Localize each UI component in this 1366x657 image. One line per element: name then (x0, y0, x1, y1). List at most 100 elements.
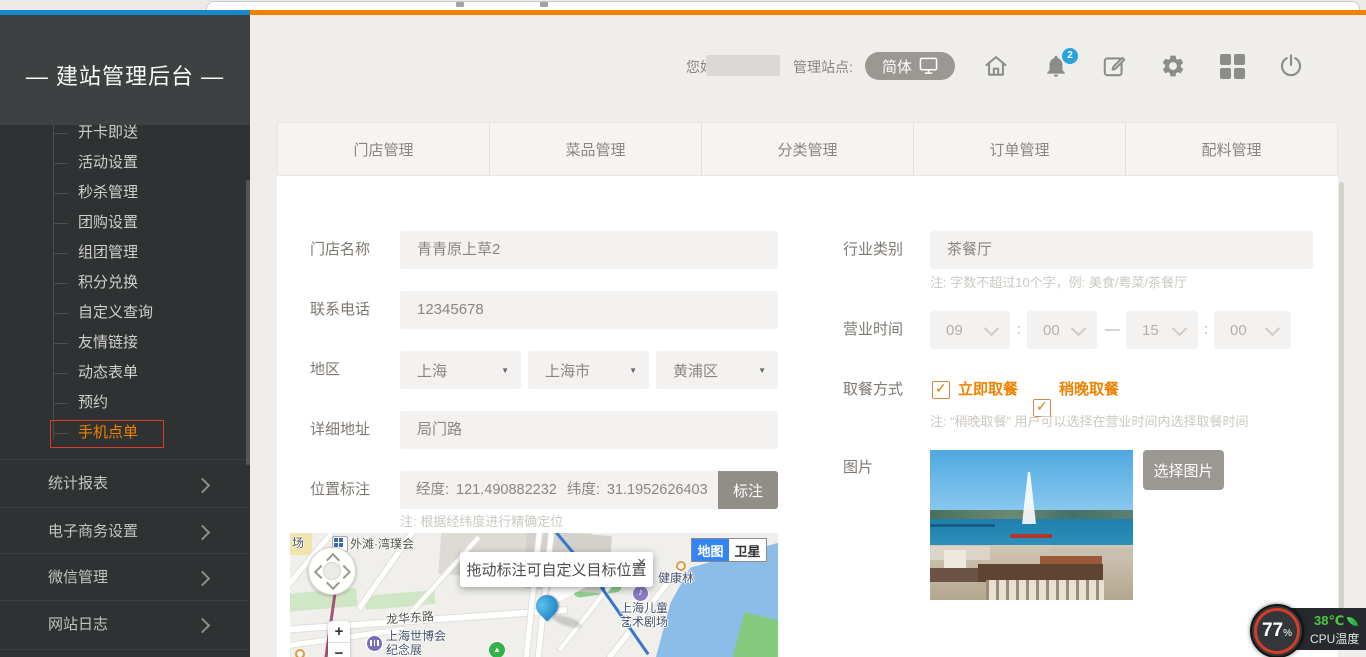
pickup-now-label[interactable]: 立即取餐 (958, 380, 1018, 400)
pickup-note: 注: “稍晚取餐” 用户可以选择在营业时间内选择取餐时间 (930, 414, 1249, 430)
district-value: 黄浦区 (673, 360, 718, 381)
map-label-partial: 场 (292, 536, 304, 550)
apps-grid-icon[interactable] (1220, 54, 1246, 80)
dropdown-arrow-icon: ▼ (501, 366, 509, 375)
open-hour-select[interactable]: 09 (930, 311, 1010, 349)
sidebar-item-forms[interactable]: 动态表单 (78, 363, 228, 383)
map-pan-control[interactable] (308, 547, 356, 595)
choose-image-button[interactable]: 选择图片 (1143, 450, 1224, 490)
cpu-label: CPU温度 (1310, 630, 1359, 647)
sidebar-section-statistics[interactable]: 统计报表 (0, 459, 250, 508)
tab-category-management[interactable]: 分类管理 (702, 123, 914, 175)
cpu-gauge[interactable]: 77% (1250, 604, 1304, 657)
address-input[interactable]: 局门路 (400, 411, 778, 449)
pin-shadow (551, 613, 582, 631)
close-hour-select[interactable]: 15 (1126, 311, 1198, 349)
cpu-temperature: 38℃ (1314, 613, 1344, 629)
cpu-percent: 77 (1262, 620, 1283, 641)
satellite-view-button[interactable]: 卫星 (729, 539, 766, 561)
tree-tick (53, 403, 68, 404)
sidebar: — 建站管理后台 — 开卡即送 活动设置 秒杀管理 团购设置 组团管理 积分兑换… (0, 15, 250, 657)
map-canvas[interactable]: 场 外滩·湾璞会 龙华东路 上海世博会 纪念展 ▲ ♪ 健康林 上海儿童 艺术剧… (290, 533, 778, 657)
sidebar-item-custom-query[interactable]: 自定义查询 (78, 303, 228, 323)
tooltip-close-icon[interactable]: × (637, 554, 646, 571)
sidebar-item-activity[interactable]: 活动设置 (78, 153, 228, 173)
screen: — 建站管理后台 — 开卡即送 活动设置 秒杀管理 团购设置 组团管理 积分兑换… (0, 0, 1366, 657)
notification-badge: 2 (1060, 46, 1080, 66)
city-select[interactable]: 上海市 ▼ (528, 351, 649, 389)
image-label: 图片 (843, 458, 873, 478)
manage-site-label: 管理站点: (793, 57, 853, 77)
map-type-toggle: 地图 卫星 (691, 538, 767, 562)
sidebar-item-booking[interactable]: 预约 (78, 393, 228, 413)
museum-poi-icon (366, 635, 383, 652)
sidebar-item-links[interactable]: 友情链接 (78, 333, 228, 353)
photo-boat (1010, 534, 1052, 538)
chevron-down-icon (1071, 320, 1087, 336)
browser-toolbar-icon (540, 2, 548, 7)
tree-tick (53, 283, 68, 284)
hours-colon: : (1204, 311, 1208, 349)
hours-label: 营业时间 (843, 311, 903, 349)
map-view-button[interactable]: 地图 (692, 539, 729, 561)
edit-icon[interactable] (1101, 53, 1127, 79)
phone-input[interactable]: 12345678 (400, 291, 778, 329)
zoom-in-button[interactable]: + (328, 621, 350, 643)
map-label-health-forest: 健康林 (658, 571, 694, 585)
location-input[interactable]: 经度: 121.490882232 纬度: 31.1952626403 (400, 471, 718, 509)
tab-order-management[interactable]: 订单管理 (914, 123, 1126, 175)
hours-colon: : (1017, 311, 1021, 349)
store-photo-preview (930, 450, 1133, 600)
location-label: 位置标注 (310, 471, 370, 509)
industry-input[interactable]: 茶餐厅 (930, 231, 1313, 269)
store-name-input[interactable]: 青青原上草2 (400, 231, 778, 269)
sidebar-item-points[interactable]: 积分兑换 (78, 273, 228, 293)
map-label-expo: 上海世博会 纪念展 (386, 629, 446, 657)
open-minute-select[interactable]: 00 (1027, 311, 1097, 349)
close-minute-select[interactable]: 00 (1214, 311, 1291, 349)
mark-location-button[interactable]: 标注 (718, 471, 778, 509)
home-icon[interactable] (983, 53, 1009, 79)
section-label: 统计报表 (48, 460, 108, 507)
map-label-children-theater: 上海儿童 艺术剧场 (620, 601, 668, 629)
language-toggle-button[interactable]: 简体 (865, 52, 955, 80)
leaf-icon (1347, 615, 1359, 628)
sidebar-section-logs[interactable]: 网站日志 (0, 600, 250, 650)
small-poi-icon (676, 561, 686, 571)
tab-dish-management[interactable]: 菜品管理 (490, 123, 702, 175)
sidebar-item-seckill[interactable]: 秒杀管理 (78, 183, 228, 203)
zoom-out-button[interactable]: − (328, 643, 350, 657)
section-label: 网站日志 (48, 601, 108, 648)
tab-ingredient-management[interactable]: 配料管理 (1126, 123, 1337, 175)
pan-knob[interactable] (323, 562, 341, 580)
section-label: 微信管理 (48, 554, 108, 601)
open-minute-value: 00 (1043, 322, 1060, 339)
photo-building (986, 580, 1104, 600)
open-hour-value: 09 (946, 322, 963, 339)
cpu-percent-unit: % (1283, 628, 1292, 639)
tree-tick (53, 373, 68, 374)
province-select[interactable]: 上海 ▼ (400, 351, 521, 389)
sidebar-item-groupbuy[interactable]: 团购设置 (78, 213, 228, 233)
sidebar-section-wechat[interactable]: 微信管理 (0, 553, 250, 601)
content-scrollbar[interactable] (1339, 182, 1344, 650)
province-value: 上海 (417, 360, 447, 381)
small-poi-icon (295, 649, 305, 657)
sidebar-scrollbar[interactable] (246, 180, 250, 465)
username-redacted (706, 55, 780, 76)
city-value: 上海市 (545, 360, 590, 381)
tab-store-management[interactable]: 门店管理 (278, 123, 490, 175)
phone-label: 联系电话 (310, 291, 370, 329)
sidebar-item-mobile-order[interactable]: 手机点单 (78, 423, 228, 443)
sidebar-item-card-gift[interactable]: 开卡即送 (78, 123, 228, 143)
settings-gear-icon[interactable] (1160, 53, 1186, 79)
pickup-label: 取餐方式 (843, 371, 903, 409)
sidebar-section-ecommerce[interactable]: 电子商务设置 (0, 507, 250, 554)
district-select[interactable]: 黄浦区 ▼ (656, 351, 778, 389)
pickup-now-checkbox[interactable] (932, 381, 950, 399)
music-poi-icon: ♪ (632, 585, 649, 602)
sidebar-item-group[interactable]: 组团管理 (78, 243, 228, 263)
latitude-value: 31.1952626403 (607, 471, 708, 509)
power-icon[interactable] (1278, 53, 1304, 79)
pickup-later-label[interactable]: 稍晚取餐 (1059, 380, 1119, 400)
